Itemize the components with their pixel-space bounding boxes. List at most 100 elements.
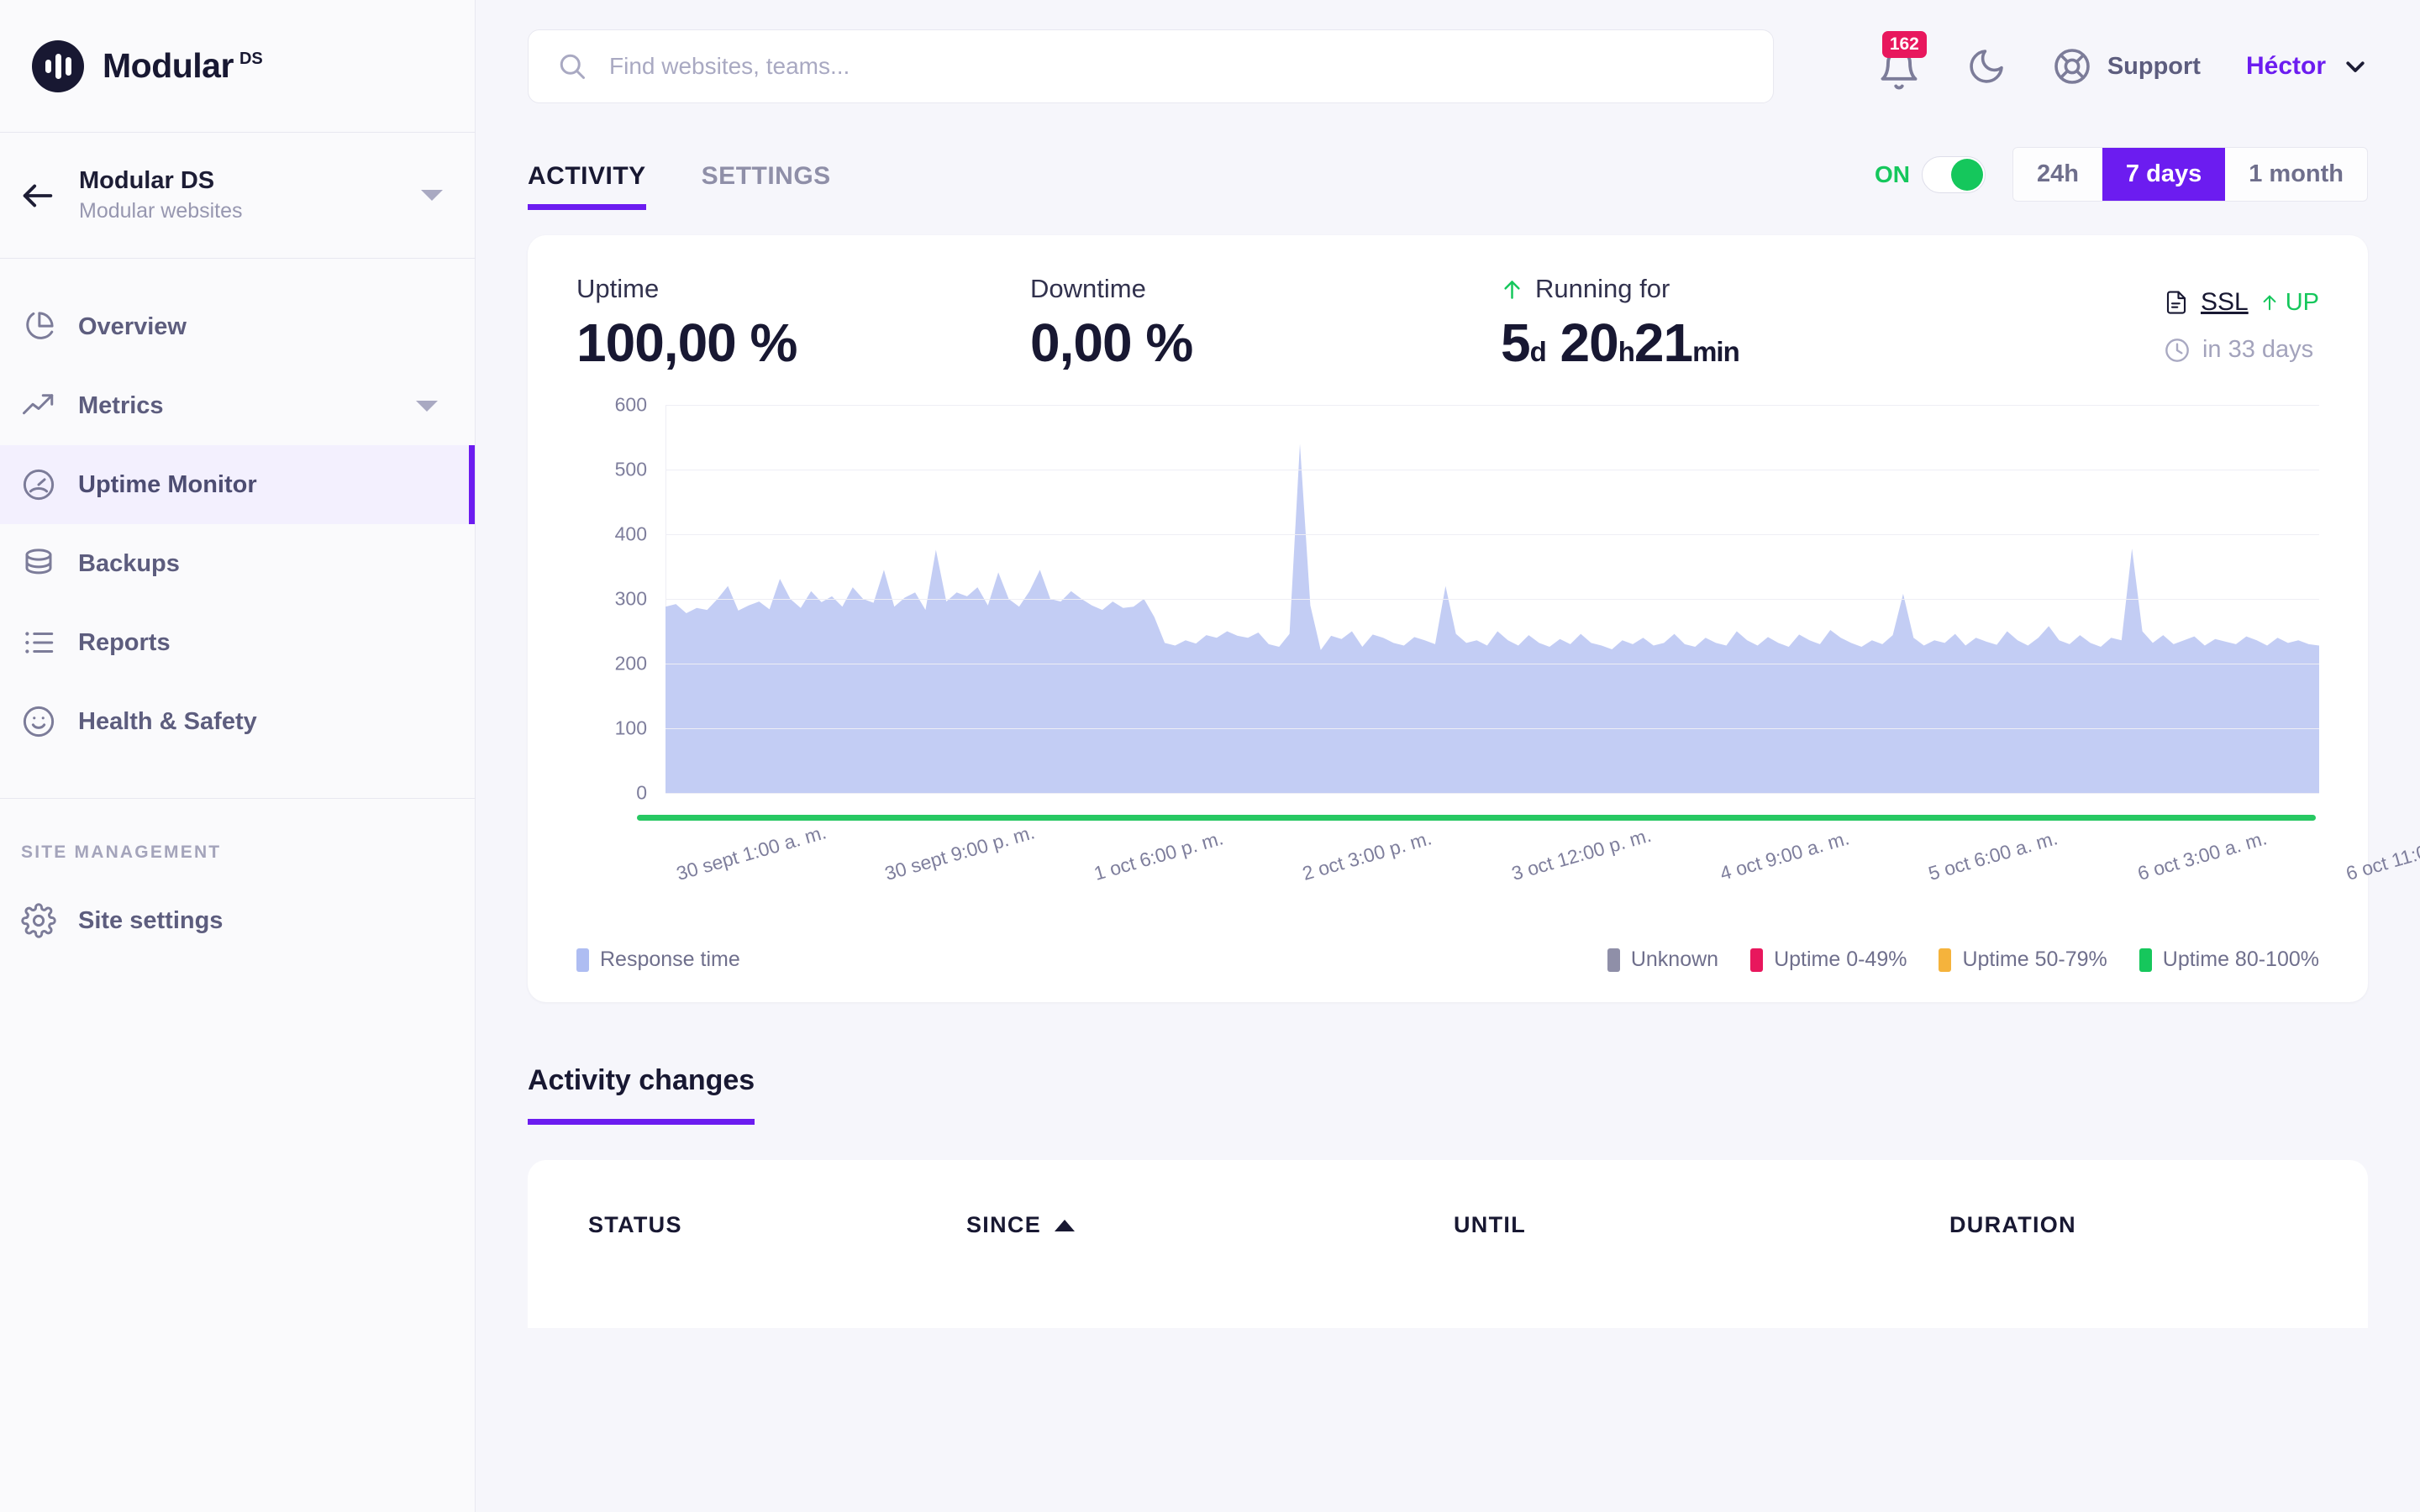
column-label: UNTIL [1454,1212,1526,1238]
column-label: SINCE [966,1212,1041,1238]
x-axis-tick: 6 oct 3:00 a. m. [2135,827,2270,885]
tabs-row: ACTIVITY SETTINGS ON 24h 7 days 1 month [476,133,2420,210]
running-minutes-unit: min [1692,336,1739,367]
site-switcher[interactable]: Modular DS Modular websites [0,133,475,259]
sidebar-item-label: Health & Safety [78,708,257,736]
sort-asc-icon [1055,1220,1075,1231]
sidebar-item-site-settings[interactable]: Site settings [0,881,475,960]
sidebar-item-label: Site settings [78,907,223,935]
search-input[interactable] [609,53,1744,80]
legend-status-group: Unknown Uptime 0-49% Uptime 50-79% Uptim… [1607,948,2319,972]
back-arrow-icon[interactable] [18,176,57,215]
x-axis-tick: 30 sept 9:00 p. m. [882,821,1037,885]
running-days-unit: d [1530,336,1546,367]
range-24h[interactable]: 24h [2013,148,2102,201]
time-range-selector: 24h 7 days 1 month [2012,147,2368,202]
trending-up-icon [21,388,56,423]
notification-badge: 162 [1882,31,1927,58]
tab-settings[interactable]: SETTINGS [702,162,831,210]
gauge-icon [21,467,56,502]
app-root: ModularDS Modular DS Modular websites Ov… [0,0,2420,1512]
legend-swatch [1939,948,1951,972]
search-icon [557,51,587,81]
stat-label: Downtime [1030,274,1501,304]
chevron-down-icon[interactable] [421,190,443,201]
page-title: Activity changes [528,1064,755,1125]
legend-swatch [1607,948,1620,972]
column-until[interactable]: UNTIL [1454,1212,1949,1238]
area-fill [666,444,2319,793]
lifebuoy-icon [2052,46,2092,87]
chart-legend: Response time Unknown Uptime 0-49% Uptim… [576,948,2319,972]
y-axis-tick: 600 [615,394,647,417]
running-minutes: 21 [1634,312,1692,373]
support-label: Support [2107,53,2201,81]
sidebar: ModularDS Modular DS Modular websites Ov… [0,0,476,1512]
sidebar-item-backups[interactable]: Backups [0,524,475,603]
tab-activity[interactable]: ACTIVITY [528,162,646,210]
sidebar-section-label: SITE MANAGEMENT [0,799,475,881]
legend-item: Unknown [1607,948,1718,972]
chart-x-axis: 30 sept 1:00 a. m.30 sept 9:00 p. m.1 oc… [576,848,2319,941]
column-duration[interactable]: DURATION [1949,1212,2076,1238]
y-axis-tick: 300 [615,588,647,611]
monitor-toggle[interactable]: ON [1875,156,1986,193]
database-icon [21,546,56,581]
ssl-link[interactable]: SSL [2201,288,2249,317]
modular-logo-icon [32,40,84,92]
chart-plot-area [666,405,2319,793]
range-7-days[interactable]: 7 days [2102,148,2225,201]
stat-label-wrap: Running for [1501,274,1739,304]
chevron-down-icon[interactable] [2343,54,2368,79]
legend-label: Response time [600,948,740,972]
column-status[interactable]: STATUS [588,1212,966,1238]
notifications-button[interactable]: 162 [1877,43,1921,90]
user-menu[interactable]: Héctor [2246,52,2368,81]
search-bar[interactable] [528,29,1774,103]
x-axis-tick: 3 oct 12:00 p. m. [1509,824,1654,885]
sidebar-item-uptime-monitor[interactable]: Uptime Monitor [0,445,475,524]
monitor-toggle-label: ON [1875,161,1910,188]
legend-swatch [2139,948,2152,972]
uptime-card: Uptime 100,00 % Downtime 0,00 % Running … [528,235,2368,1002]
smiley-icon [21,704,56,739]
gridline [666,728,2319,729]
ssl-status-text: UP [2286,289,2319,317]
sidebar-item-label: Backups [78,550,180,578]
range-1-month[interactable]: 1 month [2225,148,2367,201]
stat-uptime: Uptime 100,00 % [576,274,1030,370]
brand-logo[interactable]: ModularDS [0,0,475,133]
activity-changes-header: Activity changes [528,1064,2368,1125]
dark-mode-toggle-icon[interactable] [1966,46,2007,87]
column-label: DURATION [1949,1212,2076,1238]
sidebar-item-metrics[interactable]: Metrics [0,366,475,445]
sidebar-item-label: Reports [78,629,171,657]
main-content: 162 Support Héctor [476,0,2420,1512]
legend-label: Unknown [1631,948,1718,972]
clock-icon [2164,337,2191,364]
sidebar-item-health-safety[interactable]: Health & Safety [0,682,475,761]
arrow-up-icon [2260,291,2279,313]
sidebar-item-reports[interactable]: Reports [0,603,475,682]
gridline [666,534,2319,535]
column-since[interactable]: SINCE [966,1212,1454,1238]
stat-label: Uptime [576,274,1030,304]
pie-chart-icon [21,309,56,344]
response-time-chart: 6005004003002001000 [576,405,2319,825]
y-axis-tick: 200 [615,653,647,675]
gear-icon [21,903,56,938]
sidebar-item-overview[interactable]: Overview [0,287,475,366]
running-days: 5 [1501,312,1530,373]
stat-downtime: Downtime 0,00 % [1030,274,1501,370]
downtime-value: 0,00 % [1030,316,1501,370]
brand-wordmark: ModularDS [103,46,263,86]
table-header-row: STATUS SINCE UNTIL DURATION [588,1212,2307,1238]
gridline [666,405,2319,406]
y-axis-tick: 0 [636,782,647,805]
monitor-toggle-switch[interactable] [1922,156,1986,193]
support-button[interactable]: Support [2052,46,2201,87]
x-axis-tick: 30 sept 1:00 a. m. [674,821,829,885]
chevron-down-icon[interactable] [416,401,438,412]
legend-swatch [576,948,589,972]
legend-item: Uptime 0-49% [1750,948,1907,972]
